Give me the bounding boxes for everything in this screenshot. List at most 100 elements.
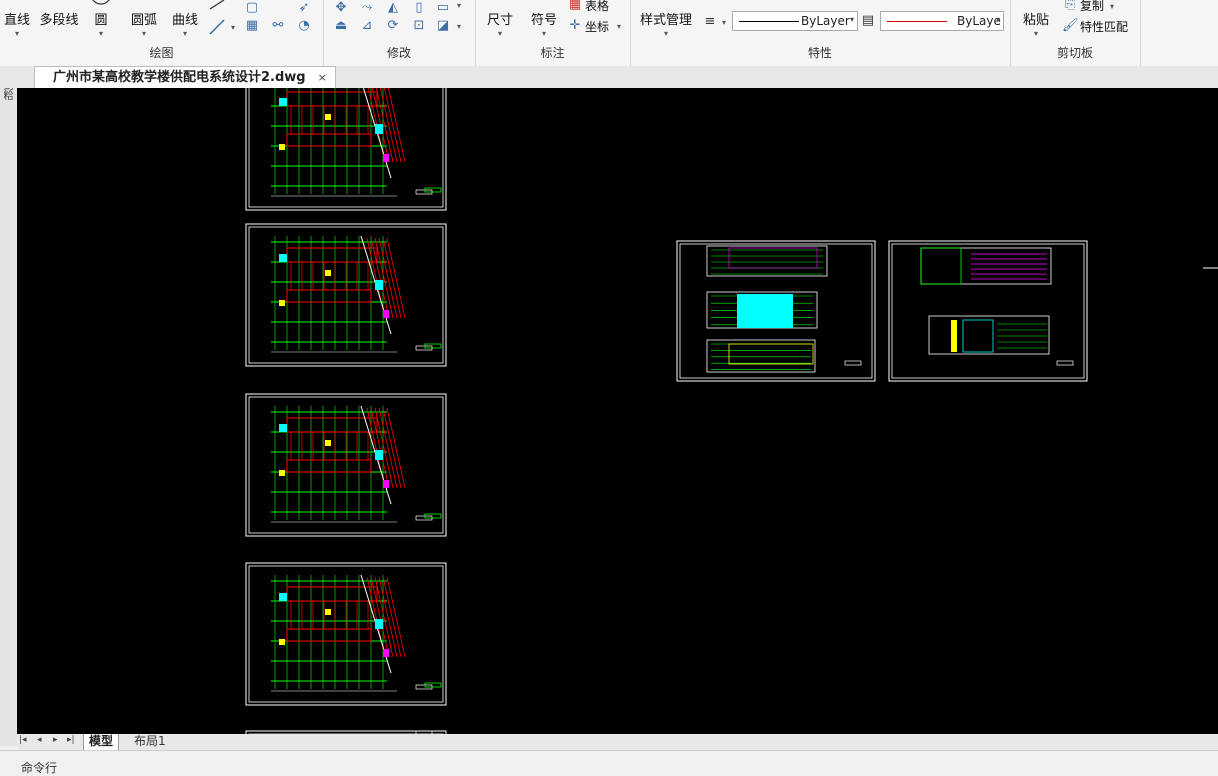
elevation-outline	[706, 245, 828, 277]
line-button[interactable]: 直线 ▾	[0, 0, 34, 38]
floor-plan	[271, 405, 442, 523]
match-properties-icon[interactable]: 🖌	[1062, 18, 1079, 34]
table-icon[interactable]: ▦	[567, 0, 583, 13]
copy-icon[interactable]: ⎘	[1062, 0, 1078, 13]
chevron-down-icon[interactable]: ▾	[457, 1, 461, 10]
polyline-button[interactable]: 多段线	[36, 0, 82, 28]
sheet-frame	[245, 223, 447, 367]
linetype-preview	[739, 21, 799, 22]
close-icon[interactable]: ×	[318, 67, 327, 88]
move-icon[interactable]: ✥	[333, 0, 349, 16]
floor-plan	[271, 235, 442, 353]
sheet-inner-frame	[248, 396, 444, 534]
command-line-label: 命令行	[21, 761, 58, 775]
clipboard-panel: 粘贴 ▾ ⎘ 复制 ▾ 🖌 特性匹配 剪切板	[1010, 0, 1141, 66]
chevron-down-icon[interactable]: ▾	[231, 23, 235, 32]
curve-button[interactable]: 曲线 ▾	[168, 0, 202, 38]
draw-panel: 直线 ▾ 多段线 圆 ▾ 圆弧 ▾ 曲线 ▾ ▾ ▢ ▦ ⚯ ➶ ◔ 绘图	[0, 0, 324, 66]
chevron-down-icon: ▾	[663, 29, 668, 38]
document-tab-strip: 广州市某高校教学楼供配电系统设计2.dwg ×	[0, 66, 1218, 88]
lineweight-list-icon[interactable]: ≡	[702, 14, 718, 30]
polyline-label: 多段线	[39, 13, 79, 28]
first-tab-icon[interactable]: |◂	[19, 735, 27, 745]
drawing-canvas[interactable]	[17, 88, 1218, 734]
chevron-down-icon[interactable]: ▾	[617, 22, 621, 31]
sheet-inner-frame	[248, 565, 444, 703]
title-block	[844, 360, 862, 366]
curve-label: 曲线	[171, 13, 198, 28]
copy-object-icon[interactable]: ⤳	[359, 0, 375, 16]
lineweight-value: ByLaye	[957, 14, 1001, 28]
chevron-down-icon: ▾	[497, 29, 502, 38]
sheet-frame	[888, 240, 1088, 382]
elevation-stair	[951, 320, 957, 352]
arc-label: 圆弧	[130, 13, 157, 28]
floor-plan	[271, 574, 442, 692]
boundary-icon[interactable]: ◔	[296, 18, 312, 34]
style-manager-label: 样式管理	[639, 13, 692, 28]
mirror-icon[interactable]: ◭	[385, 0, 401, 16]
sheet-inner-frame	[248, 226, 444, 364]
next-tab-icon[interactable]: ▸	[53, 735, 58, 745]
document-tab-title: 广州市某高校教学楼供配电系统设计2.dwg	[53, 70, 306, 85]
prev-tab-icon[interactable]: ◂	[37, 735, 42, 745]
cad-drawing[interactable]	[17, 88, 1218, 734]
chevron-down-icon: ▾	[182, 29, 187, 38]
chevron-down-icon: ▾	[141, 29, 146, 38]
point-icon[interactable]: ➶	[296, 0, 312, 16]
title-block	[1056, 360, 1074, 366]
pencil-icon[interactable]	[208, 0, 228, 10]
offset-icon[interactable]: ▯	[411, 0, 427, 16]
trim-icon[interactable]: ⊡	[411, 18, 427, 34]
coordinate-button[interactable]: 坐标	[585, 18, 609, 35]
elevation-outline	[706, 339, 816, 373]
style-manager-button[interactable]: 样式管理 ▾	[636, 0, 696, 38]
elevation-window-band	[728, 343, 814, 365]
annotate-panel-title: 标注	[540, 46, 565, 60]
explode-icon[interactable]: ◪	[435, 18, 451, 34]
lineweight-dropdown[interactable]: ByLaye ▾	[880, 11, 1004, 31]
annotate-panel: 尺寸 ▾ 符号 ▾ ▦ 表格 ✛ 坐标 ▾ 标注	[475, 0, 631, 66]
table-button[interactable]: 表格	[585, 0, 609, 14]
coordinate-icon[interactable]: ✛	[567, 18, 583, 34]
chevron-down-icon: ▾	[849, 15, 854, 24]
linetype-dropdown[interactable]: ByLayer ▾	[732, 11, 858, 31]
scale-icon[interactable]: ⊿	[359, 18, 375, 34]
copy-button[interactable]: 复制	[1080, 0, 1104, 14]
chevron-down-icon: ▾	[541, 29, 546, 38]
line-tool-icon[interactable]	[208, 18, 228, 36]
symbol-button[interactable]: 符号 ▾	[525, 0, 563, 38]
match-properties-button[interactable]: 特性匹配	[1080, 18, 1128, 35]
hatch-icon[interactable]: ▦	[244, 18, 260, 34]
stretch-icon[interactable]: ⏏	[333, 18, 349, 34]
chevron-down-icon[interactable]: ▾	[722, 18, 726, 27]
properties-panel-title: 特性	[807, 46, 832, 60]
array-icon[interactable]: ▭	[435, 0, 451, 16]
ribbon: 直线 ▾ 多段线 圆 ▾ 圆弧 ▾ 曲线 ▾ ▾ ▢ ▦ ⚯ ➶ ◔ 绘图 ✥ …	[0, 0, 1218, 67]
document-tab[interactable]: 广州市某高校教学楼供配电系统设计2.dwg ×	[34, 66, 336, 88]
rectangle-icon[interactable]: ▢	[244, 0, 260, 16]
dimension-button[interactable]: 尺寸 ▾	[481, 0, 519, 38]
chevron-down-icon: ▾	[14, 29, 19, 38]
symbol-label: 符号	[530, 13, 557, 28]
paste-button[interactable]: 粘贴 ▾	[1018, 0, 1054, 38]
left-side-strip[interactable]: 宜 劉 粭	[0, 66, 18, 746]
lineweight-icon[interactable]: ▤	[860, 13, 876, 29]
command-line[interactable]: 命令行	[0, 750, 1218, 775]
line-label: 直线	[3, 13, 30, 28]
clipboard-panel-title: 剪切板	[1056, 46, 1093, 60]
elevation-outline	[920, 247, 1052, 285]
tab-model[interactable]: 模型	[83, 734, 120, 751]
last-tab-icon[interactable]: ▸|	[67, 735, 75, 745]
modify-panel-title: 修改	[386, 46, 411, 60]
chevron-down-icon[interactable]: ▾	[457, 22, 461, 31]
chevron-down-icon: ▾	[995, 15, 1000, 24]
chevron-down-icon[interactable]: ▾	[1110, 2, 1114, 11]
tab-layout1[interactable]: 布局1	[129, 734, 171, 750]
region-icon[interactable]: ⚯	[270, 18, 286, 34]
chevron-down-icon: ▾	[1033, 29, 1038, 38]
elevation-glazing	[962, 319, 994, 353]
rotate-icon[interactable]: ⟳	[385, 18, 401, 34]
modify-panel: ✥ ⤳ ◭ ▯ ▭ ▾ ⏏ ⊿ ⟳ ⊡ ◪ ▾ 修改	[323, 0, 476, 66]
arc-button[interactable]: 圆弧 ▾	[126, 0, 162, 38]
